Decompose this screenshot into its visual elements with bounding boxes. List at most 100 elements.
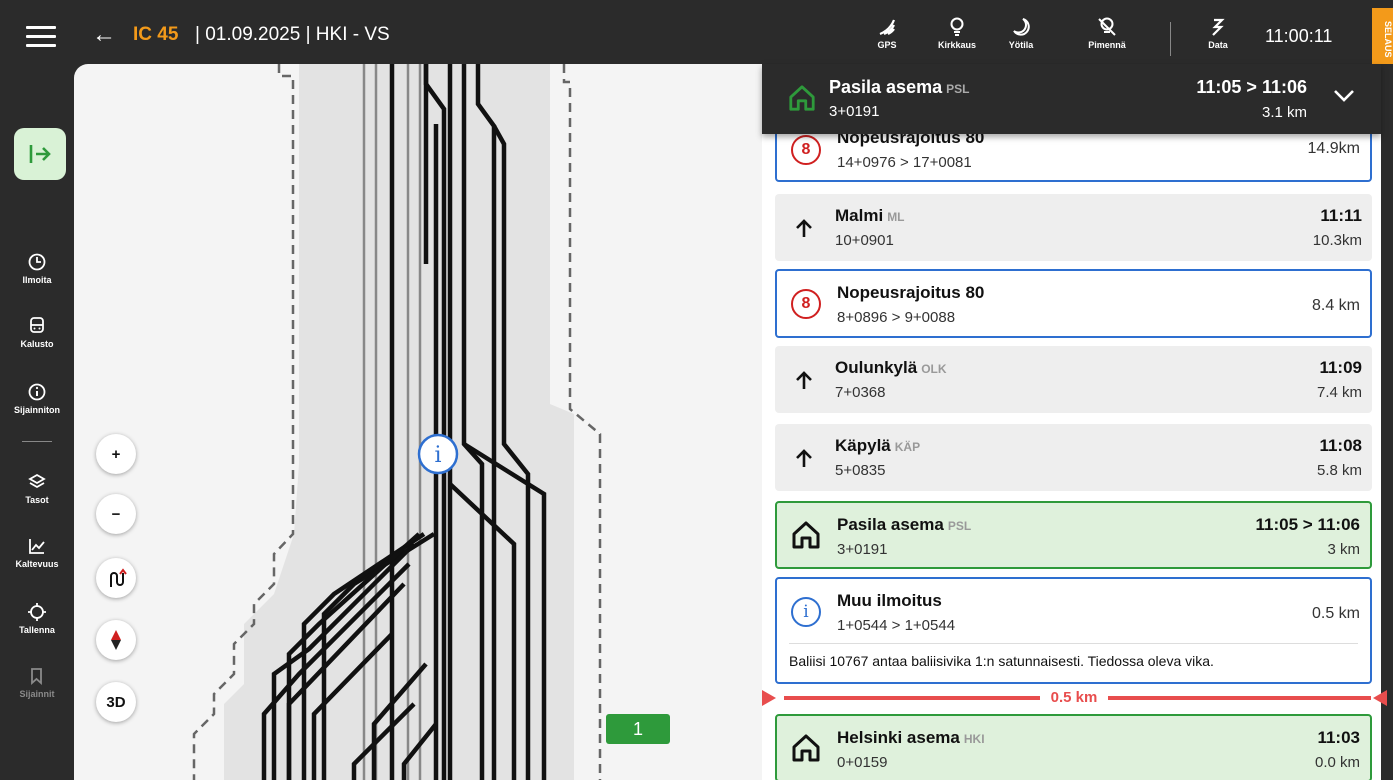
- layers-icon: [28, 473, 46, 489]
- event-time: 11:03: [1317, 728, 1360, 747]
- top-bar: ← IC 45 | 01.09.2025 | HKI - VS GPS Kirk…: [0, 8, 1393, 64]
- event-time: 11:05 > 11:06: [1255, 515, 1360, 534]
- info-icon: i: [791, 597, 821, 627]
- event-km: 10+0901: [835, 232, 894, 249]
- crosshair-icon: [28, 603, 46, 621]
- arrow-up-icon: [796, 448, 812, 467]
- event-time: 11:11: [1320, 206, 1362, 225]
- list-item[interactable]: 8 Nopeusrajoitus 80 8+0896 > 9+0088 8.4 …: [775, 269, 1372, 338]
- dim-icon: [1098, 17, 1116, 36]
- sidebar-item-ilmoita[interactable]: Ilmoita: [0, 252, 74, 285]
- track-diagram: i: [192, 64, 602, 780]
- clock: 11:00:11: [1265, 26, 1333, 46]
- list-item[interactable]: Pasila asema PSL 3+0191 11:05 > 11:06 3 k…: [775, 501, 1372, 569]
- zoom-out-button[interactable]: −: [96, 494, 136, 534]
- expand-button[interactable]: [1333, 89, 1355, 108]
- event-distance: 0.5 km: [1311, 605, 1360, 622]
- event-km: 3+0191: [837, 541, 888, 558]
- track-map[interactable]: i + − 3D 1: [74, 64, 774, 780]
- list-item[interactable]: Helsinki asema HKI 0+0159 11:03 0.0 km: [775, 714, 1372, 780]
- speed-limit-icon: 8: [791, 135, 821, 165]
- sidebar-label: Tasot: [25, 495, 49, 505]
- event-distance: 5.8 km: [1316, 462, 1362, 479]
- event-distance: 3 km: [1327, 541, 1360, 558]
- exit-button[interactable]: [14, 128, 66, 180]
- sidebar-item-kaltevuus[interactable]: Kaltevuus: [0, 536, 74, 569]
- lightbulb-icon: [950, 17, 964, 36]
- list-item[interactable]: i Muu ilmoitus 1+0544 > 1+0544 0.5 km Ba…: [775, 577, 1372, 684]
- next-station-km: 3+0191: [829, 103, 880, 120]
- arrow-up-icon: [796, 218, 812, 237]
- next-station-distance: 3.1 km: [1261, 104, 1307, 121]
- sidebar-item-sijainnit[interactable]: Sijainnit: [0, 666, 74, 699]
- sidebar-item-kalusto[interactable]: Kalusto: [0, 316, 74, 349]
- next-station-name: Pasila asema: [829, 77, 943, 97]
- event-code: ML: [887, 210, 905, 224]
- sidebar-item-sijainniton[interactable]: Sijainniton: [0, 382, 74, 415]
- train-number: IC 45: [133, 24, 179, 45]
- compass-button[interactable]: [96, 620, 136, 660]
- station-home-icon: [792, 734, 820, 762]
- night-mode-button[interactable]: Yötila: [991, 16, 1051, 50]
- marker-distance-label: 0.5 km: [1040, 688, 1108, 708]
- sidebar-label: Kalusto: [20, 339, 54, 349]
- position-marker: 0.5 km: [762, 688, 1393, 708]
- event-code: KÄP: [894, 440, 921, 454]
- event-list[interactable]: 8 Nopeusrajoitus 80 14+0976 > 17+0081 14…: [762, 64, 1381, 780]
- event-distance: 0.0 km: [1314, 754, 1360, 771]
- event-title: Oulunkylä: [835, 358, 918, 377]
- dim-button[interactable]: Pimennä: [1077, 16, 1137, 50]
- next-station-code: PSL: [946, 82, 970, 96]
- left-rail: Ilmoita Kalusto Sijainniton Tasot Kaltev…: [0, 64, 74, 780]
- event-distance: 7.4 km: [1316, 384, 1362, 401]
- dim-label: Pimennä: [1088, 40, 1126, 50]
- event-title: Pasila asema: [837, 515, 944, 534]
- event-note: Baliisi 10767 antaa baliisivika 1:n satu…: [789, 653, 1214, 669]
- list-item[interactable]: Käpylä KÄP 5+0835 11:08 5.8 km: [775, 424, 1372, 491]
- event-title: Helsinki asema: [837, 728, 960, 747]
- event-time: 11:09: [1319, 358, 1362, 377]
- event-title: Muu ilmoitus: [837, 591, 942, 610]
- sidebar-label: Sijainniton: [14, 405, 60, 415]
- sidebar-item-tasot[interactable]: Tasot: [0, 472, 74, 505]
- route-button[interactable]: [96, 558, 136, 598]
- event-code: HKI: [963, 732, 985, 746]
- gps-button[interactable]: GPS: [857, 16, 917, 50]
- arrow-up-icon: [796, 370, 812, 389]
- event-code: OLK: [921, 362, 947, 376]
- menu-icon[interactable]: [26, 26, 56, 48]
- night-mode-label: Yötila: [1008, 40, 1034, 50]
- bookmark-icon: [31, 668, 42, 686]
- app-root: ← IC 45 | 01.09.2025 | HKI - VS GPS Kirk…: [0, 0, 1393, 780]
- track-number-badge: 1: [606, 714, 670, 744]
- station-home-icon: [792, 521, 820, 549]
- next-station-header[interactable]: Pasila asema PSL 3+0191 11:05 > 11:06 3.1…: [762, 64, 1381, 134]
- moon-icon: [1013, 18, 1030, 36]
- event-distance: 10.3km: [1312, 232, 1362, 249]
- brightness-label: Kirkkaus: [937, 40, 977, 50]
- exit-arrow-icon: [29, 145, 51, 163]
- brightness-button[interactable]: Kirkkaus: [927, 16, 987, 50]
- card-divider: [789, 643, 1358, 644]
- marker-right-triangle: [1373, 690, 1387, 706]
- topbar-divider: [1170, 22, 1171, 56]
- event-title: Malmi: [835, 206, 884, 225]
- list-item[interactable]: Malmi ML 10+0901 11:11 10.3km: [775, 194, 1372, 261]
- data-button[interactable]: Data: [1188, 16, 1248, 50]
- back-arrow-icon[interactable]: ←: [92, 20, 116, 50]
- gps-label: GPS: [877, 40, 897, 50]
- event-distance: 8.4 km: [1311, 297, 1360, 314]
- mode-badge: SELAUS: [1372, 8, 1393, 64]
- marker-left-triangle: [762, 690, 776, 706]
- list-item[interactable]: Oulunkylä OLK 7+0368 11:09 7.4 km: [775, 346, 1372, 413]
- sidebar-label: Kaltevuus: [15, 559, 59, 569]
- chart-icon: [29, 539, 45, 554]
- 3d-button[interactable]: 3D: [96, 682, 136, 722]
- compass-icon: [111, 630, 121, 650]
- event-km: 5+0835: [835, 462, 886, 479]
- event-time: 11:08: [1319, 436, 1362, 455]
- data-icon: [1212, 18, 1225, 36]
- zoom-in-button[interactable]: +: [96, 434, 136, 474]
- sidebar-item-tallenna[interactable]: Tallenna: [0, 602, 74, 635]
- route-icon: [110, 568, 127, 587]
